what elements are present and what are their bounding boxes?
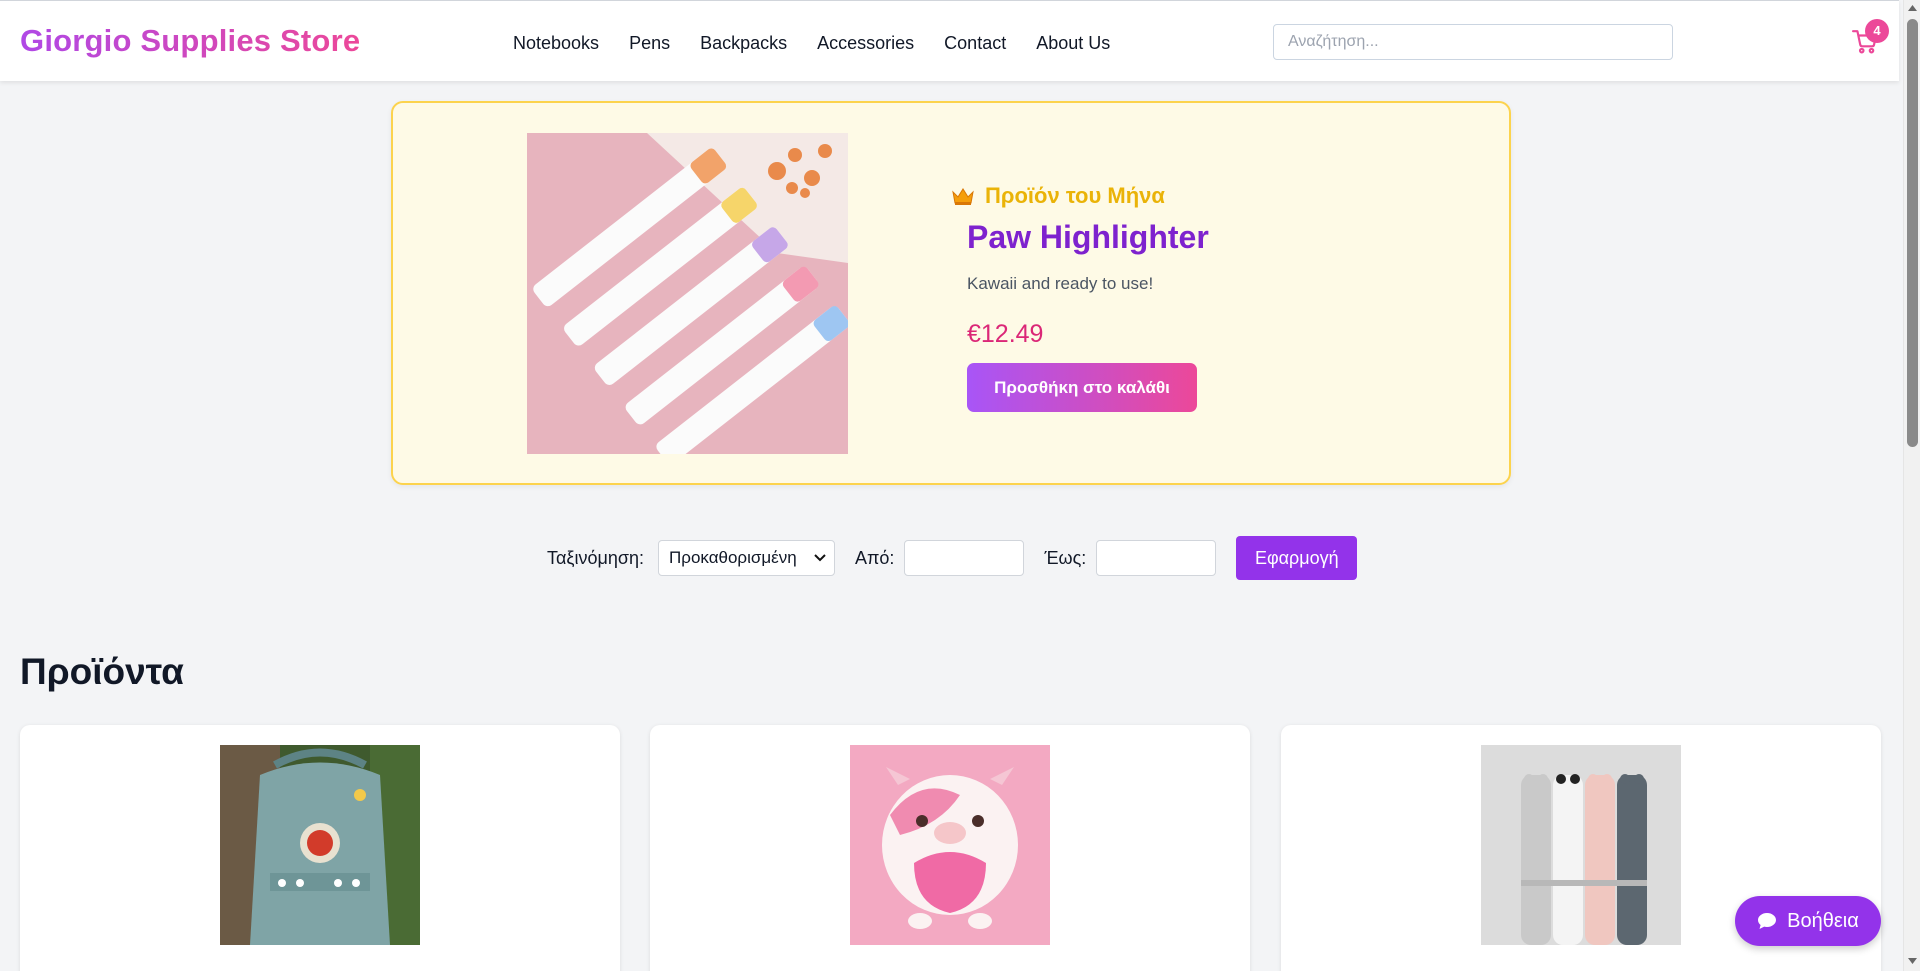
sort-select[interactable]: Προκαθορισμένη [658,540,835,576]
price-to-label: Έως: [1044,547,1087,568]
price-from-input[interactable] [904,540,1025,576]
cart-button[interactable]: 4 [1848,19,1889,59]
cart-count-badge: 4 [1865,19,1889,43]
store-logo[interactable]: Giorgio Supplies Store [20,23,360,59]
products-heading: Προϊόντα [20,651,184,692]
filter-bar: Ταξινόμηση: Προκαθορισμένη Από: Έως: Εφα… [547,535,1358,581]
help-button-label: Βοήθεια [1787,909,1859,932]
nav-accessories[interactable]: Accessories [817,33,914,54]
nav-notebooks[interactable]: Notebooks [513,33,599,54]
search-input[interactable] [1273,24,1673,60]
product-image-cow-bag[interactable] [850,745,1050,945]
help-button[interactable]: Βοήθεια [1735,896,1881,946]
cow-bag-photo [850,745,1050,945]
product-image-backpack[interactable] [220,745,420,945]
backpack-photo [220,745,420,945]
crown-icon [952,188,974,205]
nav-contact[interactable]: Contact [944,33,1006,54]
featured-product-info: Προϊόν του Μήνα Paw Highlighter Kawaii a… [952,183,1387,412]
site-header: Giorgio Supplies Store Notebooks Pens Ba… [0,0,1899,81]
product-image-animal-pens[interactable] [1481,745,1681,945]
nav-about-us[interactable]: About Us [1036,33,1110,54]
nav-backpacks[interactable]: Backpacks [700,33,787,54]
product-card[interactable] [650,725,1250,971]
product-card[interactable] [20,725,620,971]
nav-pens[interactable]: Pens [629,33,670,54]
sort-select-value: Προκαθορισμένη [669,548,797,567]
featured-product-banner: Προϊόν του Μήνα Paw Highlighter Kawaii a… [391,101,1511,485]
page-scrollbar[interactable] [1903,0,1920,971]
apply-filters-button[interactable]: Εφαρμογή [1236,536,1358,580]
featured-product-name: Paw Highlighter [967,219,1209,255]
scrollbar-thumb[interactable] [1907,19,1918,447]
add-to-cart-button[interactable]: Προσθήκη στο καλάθι [967,363,1197,412]
product-of-month-label: Προϊόν του Μήνα [951,183,1387,209]
scroll-up-arrow-icon[interactable] [1908,4,1917,11]
highlighter-photo [527,133,848,454]
scroll-down-arrow-icon[interactable] [1908,958,1917,965]
main-nav: Notebooks Pens Backpacks Accessories Con… [513,33,1110,54]
chat-icon [1758,913,1777,929]
chevron-down-icon [814,554,826,562]
featured-product-image[interactable] [527,133,848,454]
product-of-month-text: Προϊόν του Μήνα [985,183,1165,208]
featured-product-price: €12.49 [967,320,1044,348]
price-to-input[interactable] [1096,540,1217,576]
featured-product-description: Kawaii and ready to use! [967,274,1154,293]
animal-pens-photo [1481,745,1681,945]
sort-label: Ταξινόμηση: [547,547,644,568]
price-from-label: Από: [855,547,895,568]
